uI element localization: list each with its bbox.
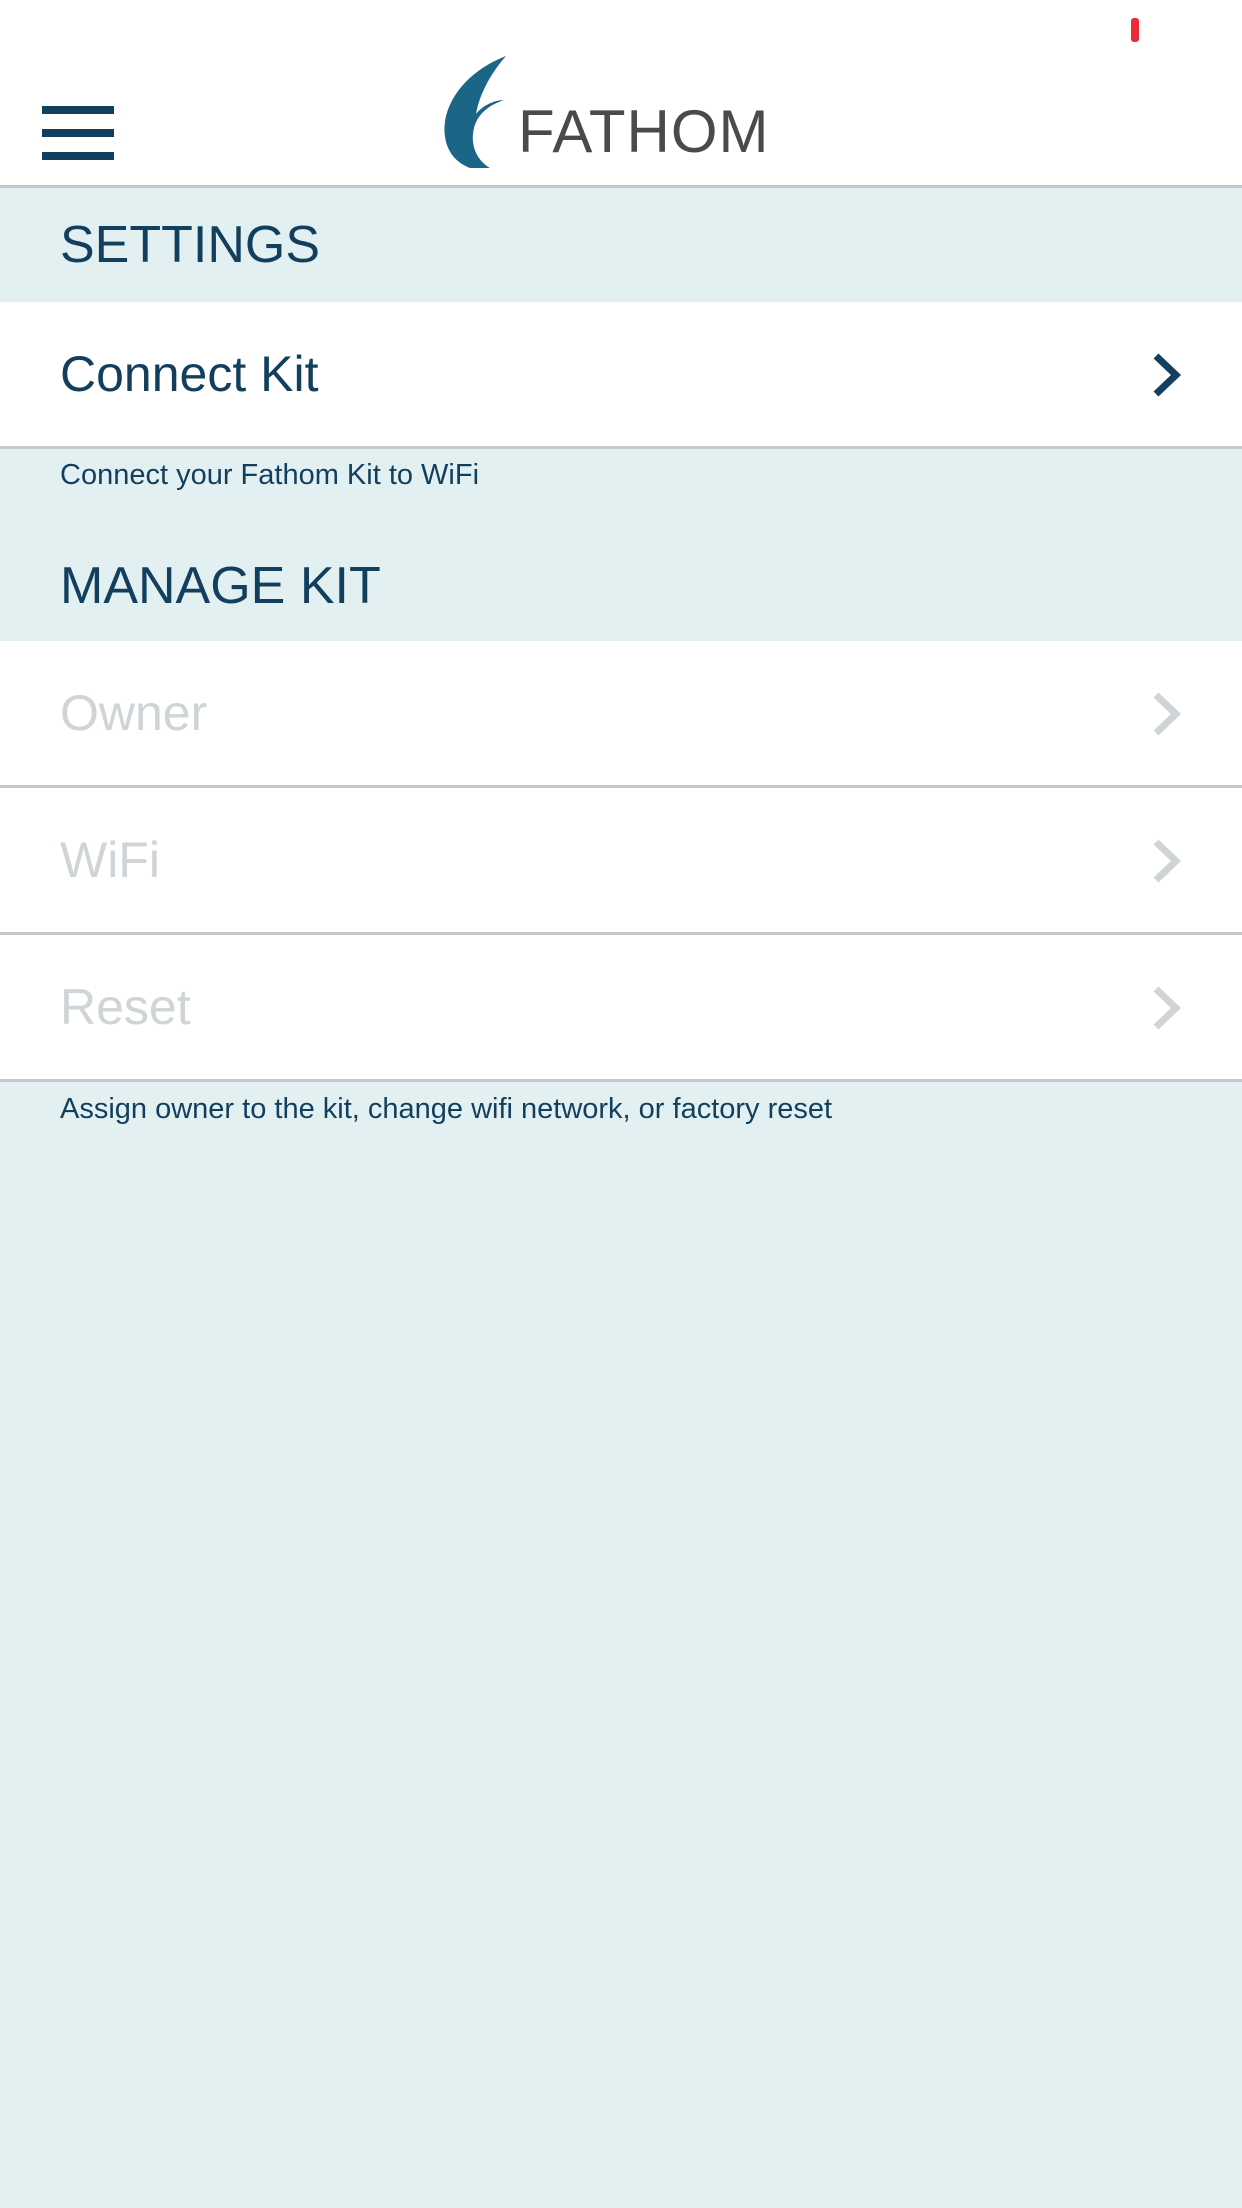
settings-section-title: SETTINGS — [60, 216, 321, 274]
connect-kit-description: Connect your Fathom Kit to WiFi — [60, 459, 480, 491]
reset-label: Reset — [60, 979, 191, 1035]
status-indicator — [1131, 18, 1139, 42]
logo-text: FATHOM — [518, 98, 770, 165]
manage-kit-section-title: MANAGE KIT — [60, 557, 381, 615]
settings-section-header: SETTINGS — [0, 191, 1242, 299]
wifi-label: WiFi — [60, 832, 160, 888]
connect-kit-row[interactable]: Connect Kit — [0, 302, 1242, 449]
chevron-right-icon — [1153, 986, 1182, 1030]
connect-kit-label: Connect Kit — [60, 346, 319, 402]
chevron-right-icon — [1153, 839, 1182, 883]
chevron-right-icon — [1153, 692, 1182, 736]
chevron-right-icon — [1153, 353, 1182, 397]
hamburger-menu-icon[interactable] — [42, 106, 114, 160]
fathom-leaf-logo-icon — [444, 56, 506, 168]
fathom-logo: FATHOM — [440, 56, 780, 170]
manage-kit-description: Assign owner to the kit, change wifi net… — [60, 1093, 833, 1125]
owner-row[interactable]: Owner — [0, 641, 1242, 788]
manage-kit-section-header: MANAGE KIT — [0, 532, 1242, 640]
owner-label: Owner — [60, 685, 208, 741]
app-header: FATHOM — [0, 0, 1242, 188]
reset-row[interactable]: Reset — [0, 935, 1242, 1082]
wifi-row[interactable]: WiFi — [0, 788, 1242, 935]
